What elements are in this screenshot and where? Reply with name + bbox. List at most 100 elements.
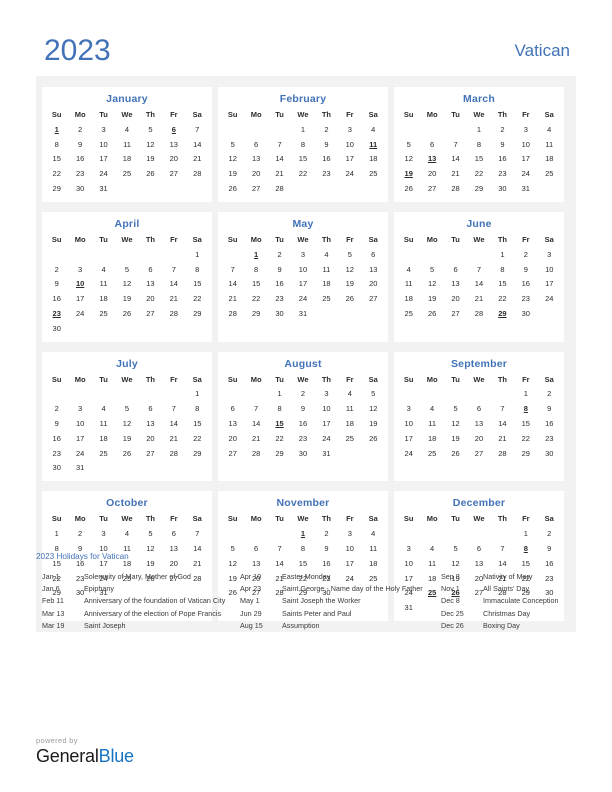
day-cell: 14: [193, 139, 202, 149]
day-cell: 18: [122, 154, 132, 164]
day-cell: 27: [146, 308, 155, 318]
day-cell: 14: [169, 419, 178, 429]
generalblue-logo: GeneralBlue: [36, 746, 134, 766]
day-cell-empty: [538, 181, 561, 196]
day-cell: 29: [474, 184, 484, 194]
day-cell: 22: [193, 294, 202, 304]
holiday-entry: Apr 23 Saint George - Name day of the Hol…: [240, 583, 441, 595]
weekday-header-row: Su Mo Tu We Th Fr Sa: [45, 373, 209, 387]
month-title: December: [452, 497, 506, 510]
month-title: January: [106, 93, 148, 105]
day-cell-empty: [315, 306, 338, 321]
day-cell: 16: [52, 294, 61, 304]
day-cell: 22: [251, 294, 261, 304]
weekday-header: Sa: [368, 110, 378, 119]
month-day-grid: Su Mo Tu We Th Fr Sa 1 2 3 4 5 6 7 8 9 10 11 12 13 14 15 16 17…: [221, 108, 385, 196]
weekday-header: Su: [403, 110, 414, 119]
month-card: July Su Mo Tu We Th Fr Sa 1 2 3 4 5 6 7 8 9 10 11 12 13 14 15…: [42, 351, 212, 482]
week-row: 28 29 30 31: [221, 306, 385, 321]
week-row: 25 26 27 28 29 30: [397, 306, 561, 321]
day-cell-empty: [92, 387, 115, 402]
day-cell: 6: [230, 404, 235, 414]
weekday-header: Fr: [170, 514, 178, 524]
day-cell: 21: [474, 294, 484, 304]
weekday-header: Th: [321, 374, 331, 384]
week-row: 24 25 26 27 28 29 30: [397, 446, 561, 461]
weekday-header: Tu: [275, 110, 284, 119]
day-cell: 23: [521, 294, 530, 304]
day-cell: 1: [500, 249, 505, 259]
day-cell-holiday: 29: [498, 308, 507, 318]
day-cell: 4: [347, 389, 352, 399]
weekday-header: Sa: [192, 514, 202, 524]
day-cell-empty: [397, 387, 420, 402]
day-cell: 7: [254, 404, 259, 414]
weekday-header: We: [121, 234, 133, 244]
weekday-header: Fr: [346, 374, 354, 384]
week-row: 1: [45, 387, 209, 402]
day-cell: 21: [193, 154, 202, 164]
weekday-header: We: [473, 234, 485, 244]
day-cell: 23: [498, 169, 507, 179]
day-cell: 9: [78, 139, 83, 149]
day-cell: 2: [324, 124, 329, 134]
day-cell: 8: [300, 139, 306, 149]
day-cell: 16: [52, 433, 61, 443]
day-cell: 21: [251, 433, 261, 443]
day-cell: 26: [404, 184, 413, 194]
day-cell: 6: [171, 529, 176, 539]
weekday-header-row: Su Mo Tu We Th Fr Sa: [45, 512, 209, 526]
month-title: November: [276, 497, 330, 510]
day-cell: 5: [124, 264, 130, 274]
week-row: 30 31: [45, 461, 209, 476]
day-cell: 25: [345, 433, 354, 443]
month-card: August Su Mo Tu We Th Fr Sa 1 2 3 4 5 6 7 8 9 10 11 12 13 14…: [218, 351, 388, 482]
day-cell: 20: [369, 279, 378, 289]
holidays-column: Apr 10 Easter Monday Apr 23 Saint George - …: [240, 571, 441, 632]
day-cell: 23: [545, 433, 554, 443]
weekday-header: Fr: [522, 234, 530, 244]
holiday-entry: Mar 19 Saint Joseph: [42, 620, 240, 632]
weekday-header: Tu: [99, 234, 108, 244]
week-row: 9 10 11 12 13 14 15: [45, 416, 209, 431]
weekday-header: We: [473, 110, 485, 119]
day-cell: 1: [476, 124, 482, 134]
day-cell: 28: [451, 184, 460, 194]
day-cell: 13: [451, 279, 460, 289]
month-title: September: [450, 357, 508, 370]
page-header: 2023 Vatican: [36, 33, 576, 71]
day-cell-empty: [444, 526, 467, 541]
day-cell: 17: [521, 154, 530, 164]
weekday-header: Th: [321, 110, 331, 119]
day-cell-empty: [162, 181, 185, 196]
weekday-header: Sa: [192, 110, 202, 119]
month-day-grid: Su Mo Tu We Th Fr Sa 1 2 3 4 5 6 7 8 9 10 11 12 13 14 15 16 17…: [221, 373, 385, 461]
day-cell: 24: [345, 169, 354, 179]
holiday-name: Boxing Day: [483, 620, 520, 630]
week-row: 12 13 14 15 16 17 18: [221, 152, 385, 167]
day-cell: 5: [430, 264, 435, 274]
day-cell: 4: [430, 404, 435, 414]
holiday-date: May 1: [240, 596, 260, 606]
day-cell-empty: [420, 387, 443, 402]
day-cell: 17: [298, 279, 308, 289]
holiday-date: Dec 26: [441, 620, 464, 630]
day-cell: 19: [146, 154, 155, 164]
weekday-header: Th: [497, 374, 507, 384]
day-cell: 3: [300, 249, 306, 259]
day-cell-holiday: 15: [275, 419, 284, 429]
day-cell: 30: [275, 308, 284, 318]
day-cell: 27: [228, 448, 237, 458]
day-cell: 5: [230, 139, 235, 149]
holiday-date: Aug 15: [240, 620, 263, 630]
day-cell: 29: [52, 184, 61, 194]
day-cell-empty: [338, 446, 361, 461]
week-row: 6 7 8 9 10 11 12: [221, 401, 385, 416]
holiday-date: Jan 1: [42, 572, 60, 581]
day-cell: 13: [146, 419, 155, 429]
day-cell: 27: [251, 184, 261, 194]
quarter-row: July Su Mo Tu We Th Fr Sa 1 2 3 4 5 6 7 8 9 10 11 12 13 14 15…: [36, 347, 576, 487]
day-cell: 1: [195, 249, 200, 259]
day-cell: 30: [298, 448, 308, 458]
day-cell: 15: [193, 279, 202, 289]
